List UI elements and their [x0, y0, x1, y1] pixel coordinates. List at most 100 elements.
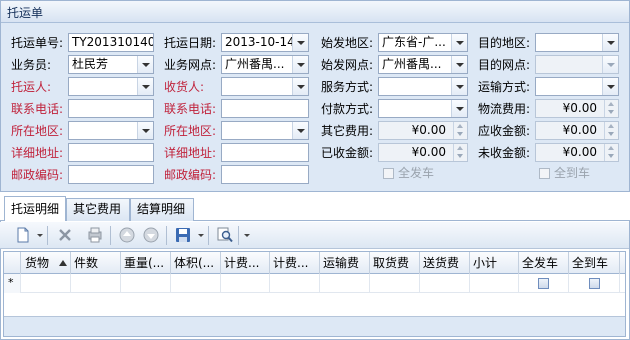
origin-outlet-select[interactable]: 广州番禺...: [378, 55, 468, 74]
shipper-select[interactable]: [68, 77, 154, 96]
all-arrived-checkbox[interactable]: [539, 168, 550, 179]
shipper-postcode-input[interactable]: [68, 165, 154, 184]
spin-arrows-icon: [453, 144, 467, 161]
move-down-icon[interactable]: [142, 226, 160, 244]
column-volume[interactable]: 体积(...: [171, 252, 221, 274]
chevron-down-icon: [602, 56, 618, 73]
waybill-panel: 托运单 托运单号: TY201310140 托运日期: 2013-10-14 始…: [0, 0, 630, 192]
chevron-down-icon[interactable]: [244, 234, 250, 237]
cell-volume[interactable]: [171, 274, 221, 293]
receivable-label: 应收金额:: [478, 124, 531, 138]
shipper-region-select[interactable]: [68, 121, 154, 140]
cell-goods[interactable]: [21, 274, 71, 293]
column-subtotal[interactable]: 小计: [470, 252, 519, 274]
column-all-arrived[interactable]: 全到车: [569, 252, 620, 274]
save-icon[interactable]: [174, 226, 192, 244]
consignee-phone-input[interactable]: [221, 99, 309, 118]
origin-region-select[interactable]: 广东省-广...: [378, 33, 468, 52]
cell-freight[interactable]: [320, 274, 370, 293]
waybill-detail-grid[interactable]: 货物 件数 重量(... 体积(... 计费... 计费... 运输费 取货费 …: [3, 251, 626, 337]
chevron-down-icon[interactable]: [292, 122, 308, 139]
ship-date-picker[interactable]: 2013-10-14: [221, 33, 309, 52]
chevron-down-icon[interactable]: [292, 56, 308, 73]
move-up-icon[interactable]: [118, 226, 136, 244]
chevron-down-icon[interactable]: [198, 234, 204, 237]
all-shipped-cell-checkbox[interactable]: [538, 278, 549, 289]
cell-all-arrived: [569, 274, 620, 293]
all-arrived-cell-checkbox[interactable]: [589, 278, 600, 289]
cell-delivery-fee[interactable]: [420, 274, 470, 293]
chevron-down-icon[interactable]: [451, 78, 467, 95]
column-all-shipped[interactable]: 全发车: [519, 252, 569, 274]
payment-mode-select[interactable]: [378, 99, 468, 118]
chevron-down-icon[interactable]: [137, 78, 153, 95]
column-pieces[interactable]: 件数: [71, 252, 121, 274]
cell-billing-2[interactable]: [270, 274, 320, 293]
toolbar-separator: [110, 226, 111, 245]
column-delivery-fee[interactable]: 送货费: [420, 252, 470, 274]
logistics-fee-value: ¥0.00: [562, 101, 597, 115]
chevron-down-icon[interactable]: [451, 100, 467, 117]
tab-settlement-details[interactable]: 结算明细: [130, 198, 194, 221]
grid-footer: [4, 316, 625, 336]
uncollected-label: 未收金额:: [478, 146, 531, 160]
salesman-value: 杜民芳: [72, 57, 109, 71]
cell-pickup-fee[interactable]: [370, 274, 420, 293]
consignee-phone-label: 联系电话:: [164, 102, 217, 116]
business-outlet-select[interactable]: 广州番禺...: [221, 55, 309, 74]
chevron-down-icon[interactable]: [451, 34, 467, 51]
cell-all-shipped: [519, 274, 569, 293]
logistics-fee-label: 物流费用:: [478, 102, 531, 116]
consignee-region-select[interactable]: [221, 121, 309, 140]
cell-subtotal[interactable]: [470, 274, 519, 293]
column-billing-2[interactable]: 计费...: [270, 252, 320, 274]
consignee-postcode-input[interactable]: [221, 165, 309, 184]
chevron-down-icon[interactable]: [451, 56, 467, 73]
chevron-down-icon[interactable]: [137, 122, 153, 139]
waybill-no-input[interactable]: TY201310140: [68, 33, 154, 52]
chevron-down-icon[interactable]: [292, 78, 308, 95]
origin-outlet-label: 始发网点:: [321, 58, 374, 72]
chevron-down-icon[interactable]: [37, 234, 43, 237]
spin-arrows-icon: [604, 100, 618, 117]
tab-waybill-details[interactable]: 托运明细: [4, 196, 66, 221]
received-field: ¥0.00: [378, 143, 468, 162]
consignee-address-label: 详细地址:: [164, 146, 217, 160]
dest-region-select[interactable]: [535, 33, 619, 52]
print-icon[interactable]: [86, 226, 104, 244]
all-shipped-label: 全发车: [398, 166, 435, 180]
delete-icon[interactable]: [56, 226, 74, 244]
chevron-down-icon[interactable]: [602, 34, 618, 51]
transport-mode-select[interactable]: [535, 77, 619, 96]
uncollected-field: ¥0.00: [535, 143, 619, 162]
cell-pieces[interactable]: [71, 274, 121, 293]
tab-other-fees[interactable]: 其它费用: [66, 198, 130, 221]
new-icon[interactable]: [14, 226, 32, 244]
transport-mode-label: 运输方式:: [478, 80, 531, 94]
cell-billing-1[interactable]: [221, 274, 270, 293]
column-freight[interactable]: 运输费: [320, 252, 370, 274]
salesman-select[interactable]: 杜民芳: [68, 55, 154, 74]
consignee-address-input[interactable]: [221, 143, 309, 162]
chevron-down-icon[interactable]: [602, 78, 618, 95]
cell-weight[interactable]: [121, 274, 171, 293]
service-mode-select[interactable]: [378, 77, 468, 96]
search-icon[interactable]: [216, 226, 234, 244]
column-billing-1[interactable]: 计费...: [221, 252, 270, 274]
chevron-down-icon[interactable]: [292, 34, 308, 51]
shipper-address-input[interactable]: [68, 143, 154, 162]
shipper-phone-input[interactable]: [68, 99, 154, 118]
payment-mode-label: 付款方式:: [321, 102, 374, 116]
column-weight[interactable]: 重量(...: [121, 252, 171, 274]
shipper-region-label: 所在地区:: [11, 124, 64, 138]
new-row[interactable]: *: [4, 274, 625, 293]
consignee-select[interactable]: [221, 77, 309, 96]
origin-region-value: 广东省-广...: [382, 35, 446, 49]
spin-arrows-icon: [453, 122, 467, 139]
column-goods[interactable]: 货物: [21, 252, 71, 274]
panel-header: 托运单: [1, 1, 629, 23]
all-shipped-checkbox[interactable]: [383, 168, 394, 179]
chevron-down-icon[interactable]: [137, 56, 153, 73]
column-pickup-fee[interactable]: 取货费: [370, 252, 420, 274]
detail-tabs: 托运明细 其它费用 结算明细: [0, 196, 630, 221]
